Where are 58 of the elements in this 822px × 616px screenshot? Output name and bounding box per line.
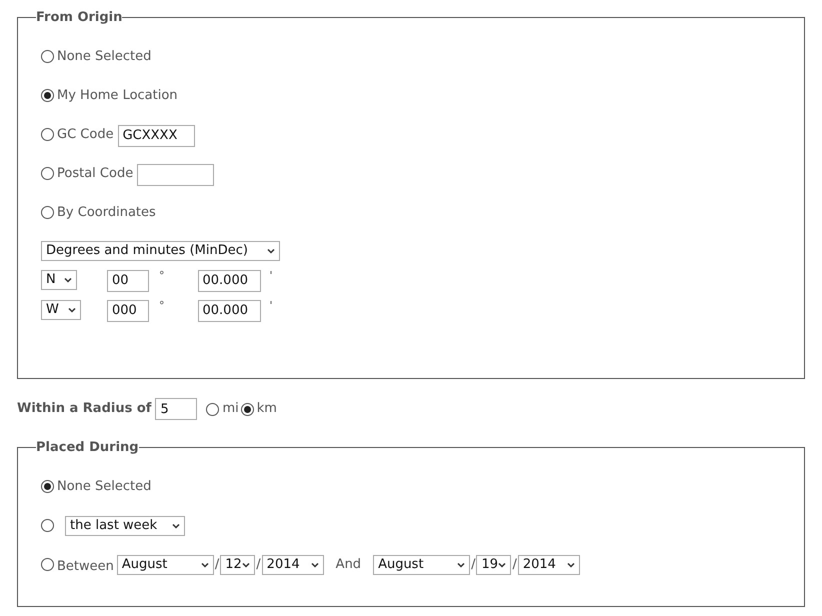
radio-label: My Home Location — [57, 86, 178, 105]
dropdown[interactable]: 2014 — [262, 554, 324, 574]
legend-title: From Origin — [36, 9, 122, 27]
radio-button[interactable] — [41, 480, 54, 493]
legend-title: Placed During — [36, 439, 139, 457]
radio-label: By Coordinates — [57, 204, 156, 222]
radius-label: Within a Radius of — [17, 400, 152, 418]
radio-button[interactable] — [41, 128, 54, 141]
radio-button[interactable] — [41, 558, 54, 571]
dropdown[interactable]: Degrees and minutes (MinDec) — [41, 240, 280, 260]
input-field[interactable] — [137, 164, 214, 186]
radio-label: None Selected — [57, 48, 152, 66]
radio-label: None Selected — [57, 478, 152, 496]
input-field[interactable]: 00.000 — [198, 300, 260, 322]
input-field[interactable]: GCXXXX — [118, 124, 195, 147]
chevron-icon — [498, 562, 506, 568]
and-label: And — [336, 556, 362, 574]
radio-label: Between — [57, 558, 114, 574]
chevron-icon — [457, 562, 466, 568]
chevron-icon — [242, 562, 250, 568]
chevron-icon — [64, 276, 72, 282]
dropdown[interactable]: 12 — [220, 554, 256, 574]
input-field[interactable]: 00.000 — [198, 270, 260, 292]
slash-separator: / — [512, 556, 517, 574]
degree-sign: ° — [159, 268, 164, 284]
radio-label: Postal Code — [57, 164, 134, 183]
chevron-icon — [68, 306, 76, 312]
minute-sign: ' — [270, 298, 273, 314]
dropdown[interactable]: W — [41, 300, 81, 320]
dropdown[interactable]: August — [373, 554, 470, 574]
chevron-icon — [267, 248, 275, 254]
radio-button[interactable] — [41, 50, 54, 63]
input-field[interactable]: 00 — [107, 270, 149, 292]
radio-button[interactable] — [41, 206, 54, 219]
radio-label: GC Code — [57, 126, 114, 144]
input-field[interactable]: 5 — [155, 398, 198, 420]
chevron-icon — [566, 562, 575, 568]
input-field[interactable]: 000 — [107, 300, 149, 322]
radio-button[interactable] — [41, 89, 54, 102]
dropdown[interactable]: the last week — [65, 516, 185, 536]
dropdown[interactable]: 19 — [476, 554, 512, 574]
chevron-icon — [172, 522, 180, 528]
radio-button[interactable] — [41, 167, 54, 180]
unit-label: km — [256, 400, 277, 418]
dropdown[interactable]: N — [41, 270, 77, 290]
chevron-icon — [200, 562, 209, 568]
dropdown[interactable]: August — [116, 554, 214, 574]
degree-sign: ° — [159, 298, 164, 314]
slash-separator: / — [214, 556, 220, 574]
radio-button[interactable] — [206, 402, 220, 416]
radio-button[interactable] — [41, 519, 54, 532]
radio-button[interactable] — [240, 402, 254, 416]
minute-sign: ' — [270, 268, 273, 284]
slash-separator: / — [471, 556, 476, 574]
unit-label: mi — [222, 400, 239, 418]
slash-separator: / — [256, 556, 261, 574]
dropdown[interactable]: 2014 — [518, 554, 580, 574]
chevron-icon — [310, 562, 319, 568]
